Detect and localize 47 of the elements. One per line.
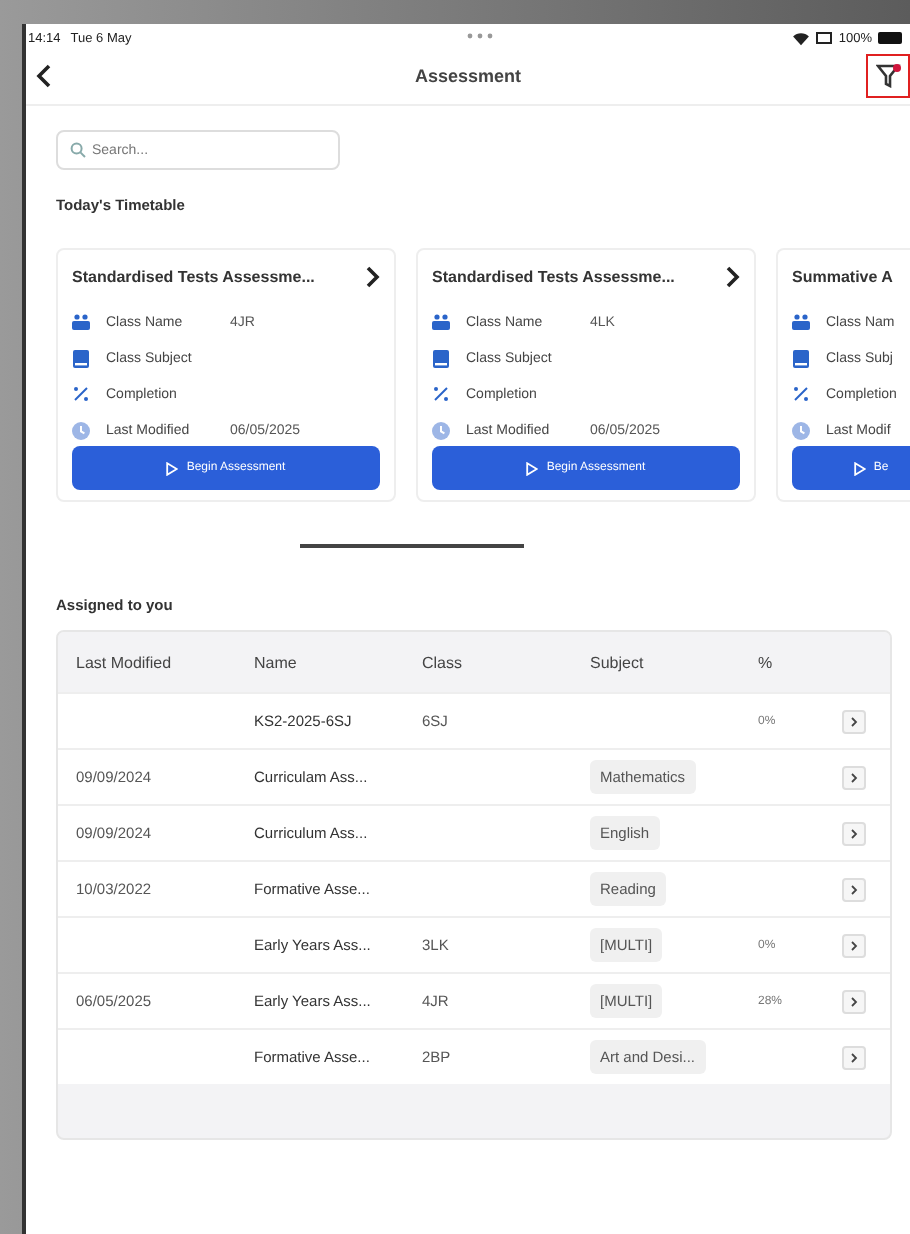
open-row-button[interactable] xyxy=(842,989,866,1013)
card-title: Summative A xyxy=(792,267,893,285)
percent-icon xyxy=(792,386,810,402)
chevron-right-icon xyxy=(850,715,858,727)
chevron-right-icon xyxy=(850,883,858,895)
open-row-button[interactable] xyxy=(842,821,866,845)
column-header: Last Modified xyxy=(76,653,174,671)
clock-icon xyxy=(792,421,810,439)
chevron-right-icon[interactable] xyxy=(726,265,740,287)
class-icon xyxy=(792,314,810,330)
chevron-right-icon xyxy=(850,827,858,839)
column-header: Class xyxy=(422,653,465,671)
battery-icon xyxy=(878,32,902,44)
book-icon xyxy=(792,349,810,367)
open-row-button[interactable] xyxy=(842,877,866,901)
column-header: Subject xyxy=(590,653,646,671)
filter-button[interactable] xyxy=(866,54,910,98)
open-row-button[interactable] xyxy=(842,765,866,789)
play-icon xyxy=(853,461,866,475)
class-icon xyxy=(432,314,450,330)
more-dots-icon xyxy=(466,32,494,40)
search-icon xyxy=(70,142,86,158)
chevron-right-icon xyxy=(850,771,858,783)
card-title: Standardised Tests Assessme... xyxy=(72,267,315,285)
percent-icon xyxy=(72,386,90,402)
open-row-button[interactable] xyxy=(842,1045,866,1069)
chevron-right-icon xyxy=(850,939,858,951)
book-icon xyxy=(72,349,90,367)
open-row-button[interactable] xyxy=(842,709,866,733)
play-icon xyxy=(166,461,179,475)
open-row-button[interactable] xyxy=(842,933,866,957)
clock-icon xyxy=(72,421,90,439)
card-title: Standardised Tests Assessme... xyxy=(432,267,675,285)
chevron-right-icon xyxy=(850,995,858,1007)
play-icon xyxy=(526,461,539,475)
column-header: Name xyxy=(254,653,299,671)
class-icon xyxy=(72,314,90,330)
book-icon xyxy=(432,349,450,367)
back-icon[interactable] xyxy=(36,64,52,88)
screen-mirror-icon xyxy=(816,31,833,45)
wifi-icon xyxy=(792,31,811,45)
page-title: Assessment xyxy=(412,66,524,86)
clock-icon xyxy=(432,421,450,439)
chevron-right-icon[interactable] xyxy=(366,265,380,287)
percent-icon xyxy=(432,386,450,402)
chevron-right-icon xyxy=(850,1051,858,1063)
column-header: % xyxy=(758,653,775,671)
